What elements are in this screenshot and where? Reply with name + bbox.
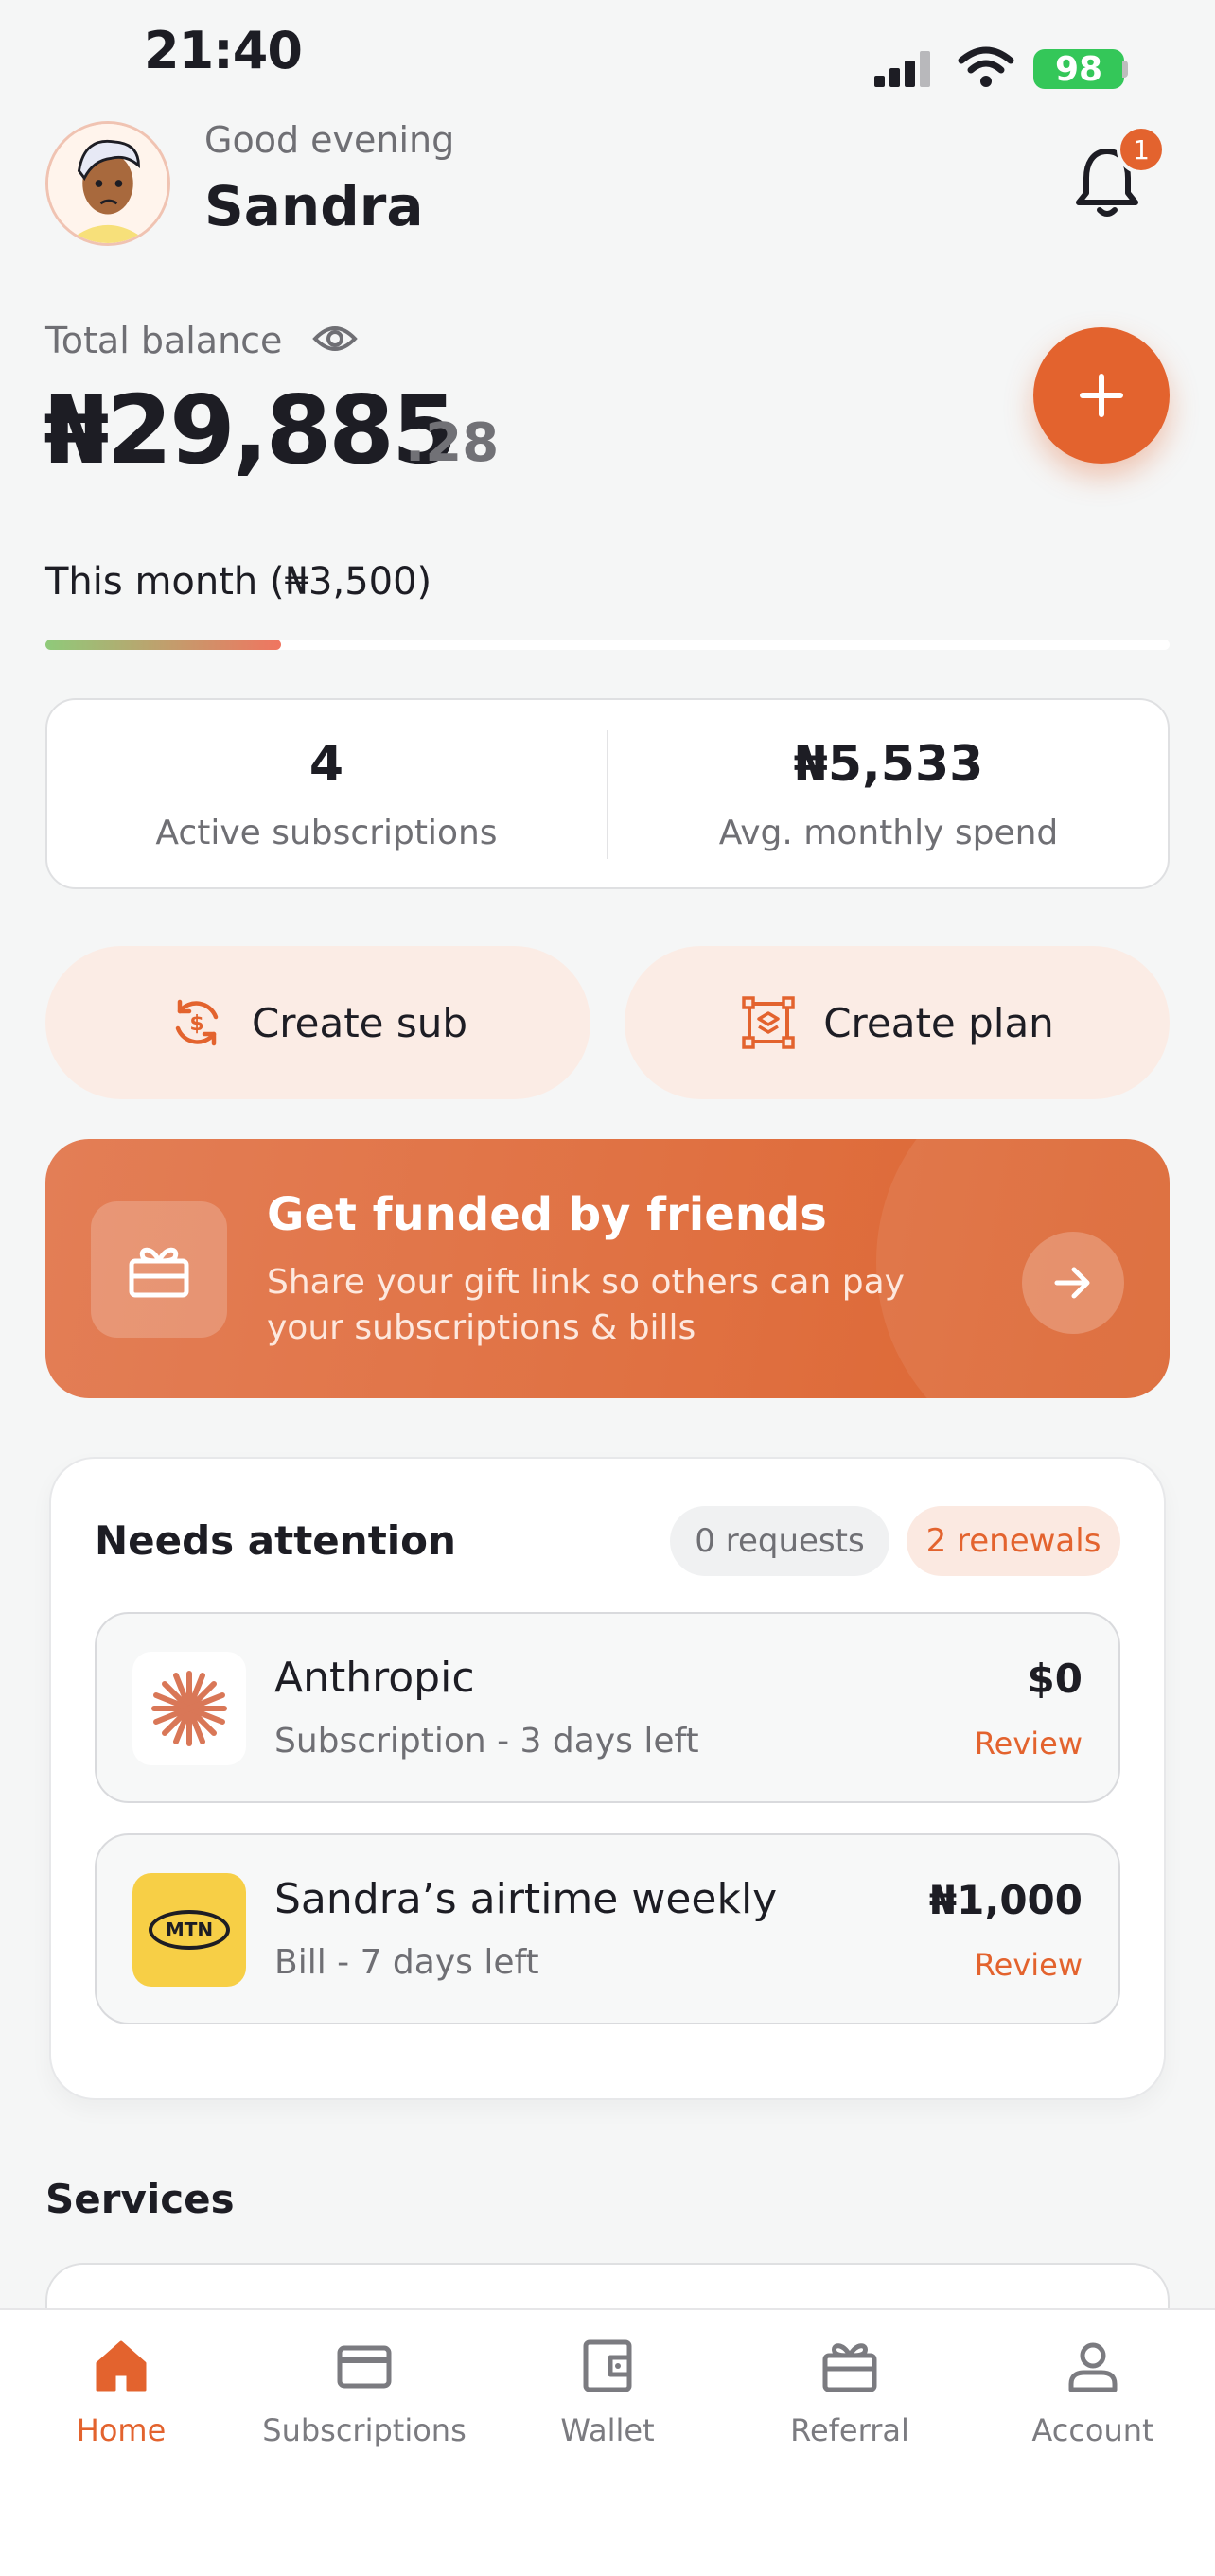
- item-detail: Subscription - 3 days left: [274, 1722, 699, 1761]
- get-funded-banner[interactable]: Get funded by friends Share your gift li…: [45, 1139, 1170, 1398]
- battery-indicator: 98: [1033, 49, 1124, 89]
- item-name: Sandra’s airtime weekly: [274, 1875, 778, 1923]
- plus-icon: [1080, 374, 1123, 417]
- battery-level: 98: [1054, 49, 1103, 89]
- tab-subscriptions-label: Subscriptions: [262, 2412, 467, 2448]
- status-time: 21:40: [144, 21, 303, 80]
- wallet-icon: [583, 2339, 632, 2392]
- tab-wallet-label: Wallet: [560, 2412, 655, 2448]
- create-plan-label: Create plan: [823, 999, 1054, 1046]
- item-name: Anthropic: [274, 1654, 475, 1702]
- subscription-cycle-icon: $: [175, 999, 219, 1046]
- renewals-chip[interactable]: 2 renewals: [907, 1506, 1120, 1576]
- avatar-illustration: [48, 124, 167, 243]
- tab-home-label: Home: [76, 2412, 167, 2448]
- gift-icon-tile: [91, 1201, 227, 1338]
- active-subscriptions-label: Active subscriptions: [155, 814, 498, 852]
- gift-icon: [822, 2343, 877, 2392]
- avatar[interactable]: [45, 121, 170, 246]
- avg-monthly-spend-label: Avg. monthly spend: [718, 814, 1059, 852]
- tab-account-label: Account: [1031, 2412, 1154, 2448]
- banner-arrow-button[interactable]: [1022, 1232, 1124, 1334]
- tab-subscriptions[interactable]: Subscriptions: [260, 2337, 468, 2448]
- user-name: Sandra: [204, 174, 424, 238]
- signal-icon: [874, 51, 930, 87]
- home-icon: [96, 2340, 147, 2392]
- mtn-logo-text: MTN: [149, 1910, 230, 1950]
- requests-chip[interactable]: 0 requests: [670, 1506, 889, 1576]
- item-detail: Bill - 7 days left: [274, 1943, 539, 1982]
- review-link[interactable]: Review: [975, 1726, 1083, 1761]
- item-amount: ₦1,000: [928, 1877, 1083, 1923]
- mtn-logo: MTN: [132, 1873, 246, 1987]
- anthropic-logo: [132, 1652, 246, 1765]
- tab-home[interactable]: Home: [17, 2337, 225, 2448]
- battery-nub: [1122, 61, 1128, 78]
- plan-icon: [742, 996, 795, 1049]
- svg-text:$: $: [189, 1012, 203, 1036]
- tab-referral[interactable]: Referral: [746, 2337, 954, 2448]
- create-sub-label: Create sub: [251, 999, 468, 1046]
- gift-icon: [129, 1247, 189, 1298]
- tab-wallet[interactable]: Wallet: [503, 2337, 712, 2448]
- add-button[interactable]: [1033, 327, 1170, 464]
- balance-label: Total balance: [45, 320, 283, 361]
- card-icon: [337, 2345, 392, 2389]
- month-progress-fill: [45, 640, 282, 650]
- tab-account[interactable]: Account: [989, 2337, 1197, 2448]
- balance-cents: .28: [405, 412, 500, 474]
- anthropic-starburst-icon: [151, 1671, 227, 1746]
- eye-icon[interactable]: [312, 320, 358, 358]
- needs-attention-title: Needs attention: [95, 1517, 456, 1564]
- tab-referral-label: Referral: [790, 2412, 909, 2448]
- balance-amount: ₦29,885: [44, 375, 457, 485]
- banner-title: Get funded by friends: [267, 1188, 827, 1241]
- create-sub-button[interactable]: $ Create sub: [45, 946, 590, 1099]
- active-subscriptions-count: 4: [308, 736, 344, 793]
- banner-subtitle: Share your gift link so others can pay y…: [267, 1263, 905, 1347]
- review-link[interactable]: Review: [975, 1947, 1083, 1983]
- create-plan-button[interactable]: Create plan: [625, 946, 1170, 1099]
- arrow-right-icon: [1054, 1267, 1090, 1299]
- item-amount: $0: [1027, 1656, 1083, 1702]
- avg-monthly-spend-amount: ₦5,533: [793, 736, 984, 793]
- greeting: Good evening: [204, 119, 455, 161]
- services-title: Services: [45, 2176, 235, 2222]
- attention-item-anthropic[interactable]: Anthropic Subscription - 3 days left $0 …: [95, 1612, 1120, 1803]
- attention-item-airtime[interactable]: MTN Sandra’s airtime weekly Bill - 7 day…: [95, 1833, 1120, 2024]
- user-icon: [1068, 2342, 1118, 2392]
- notification-badge: 1: [1117, 125, 1166, 174]
- month-spend-label: This month (₦3,500): [45, 560, 432, 604]
- wifi-icon: [958, 46, 1014, 87]
